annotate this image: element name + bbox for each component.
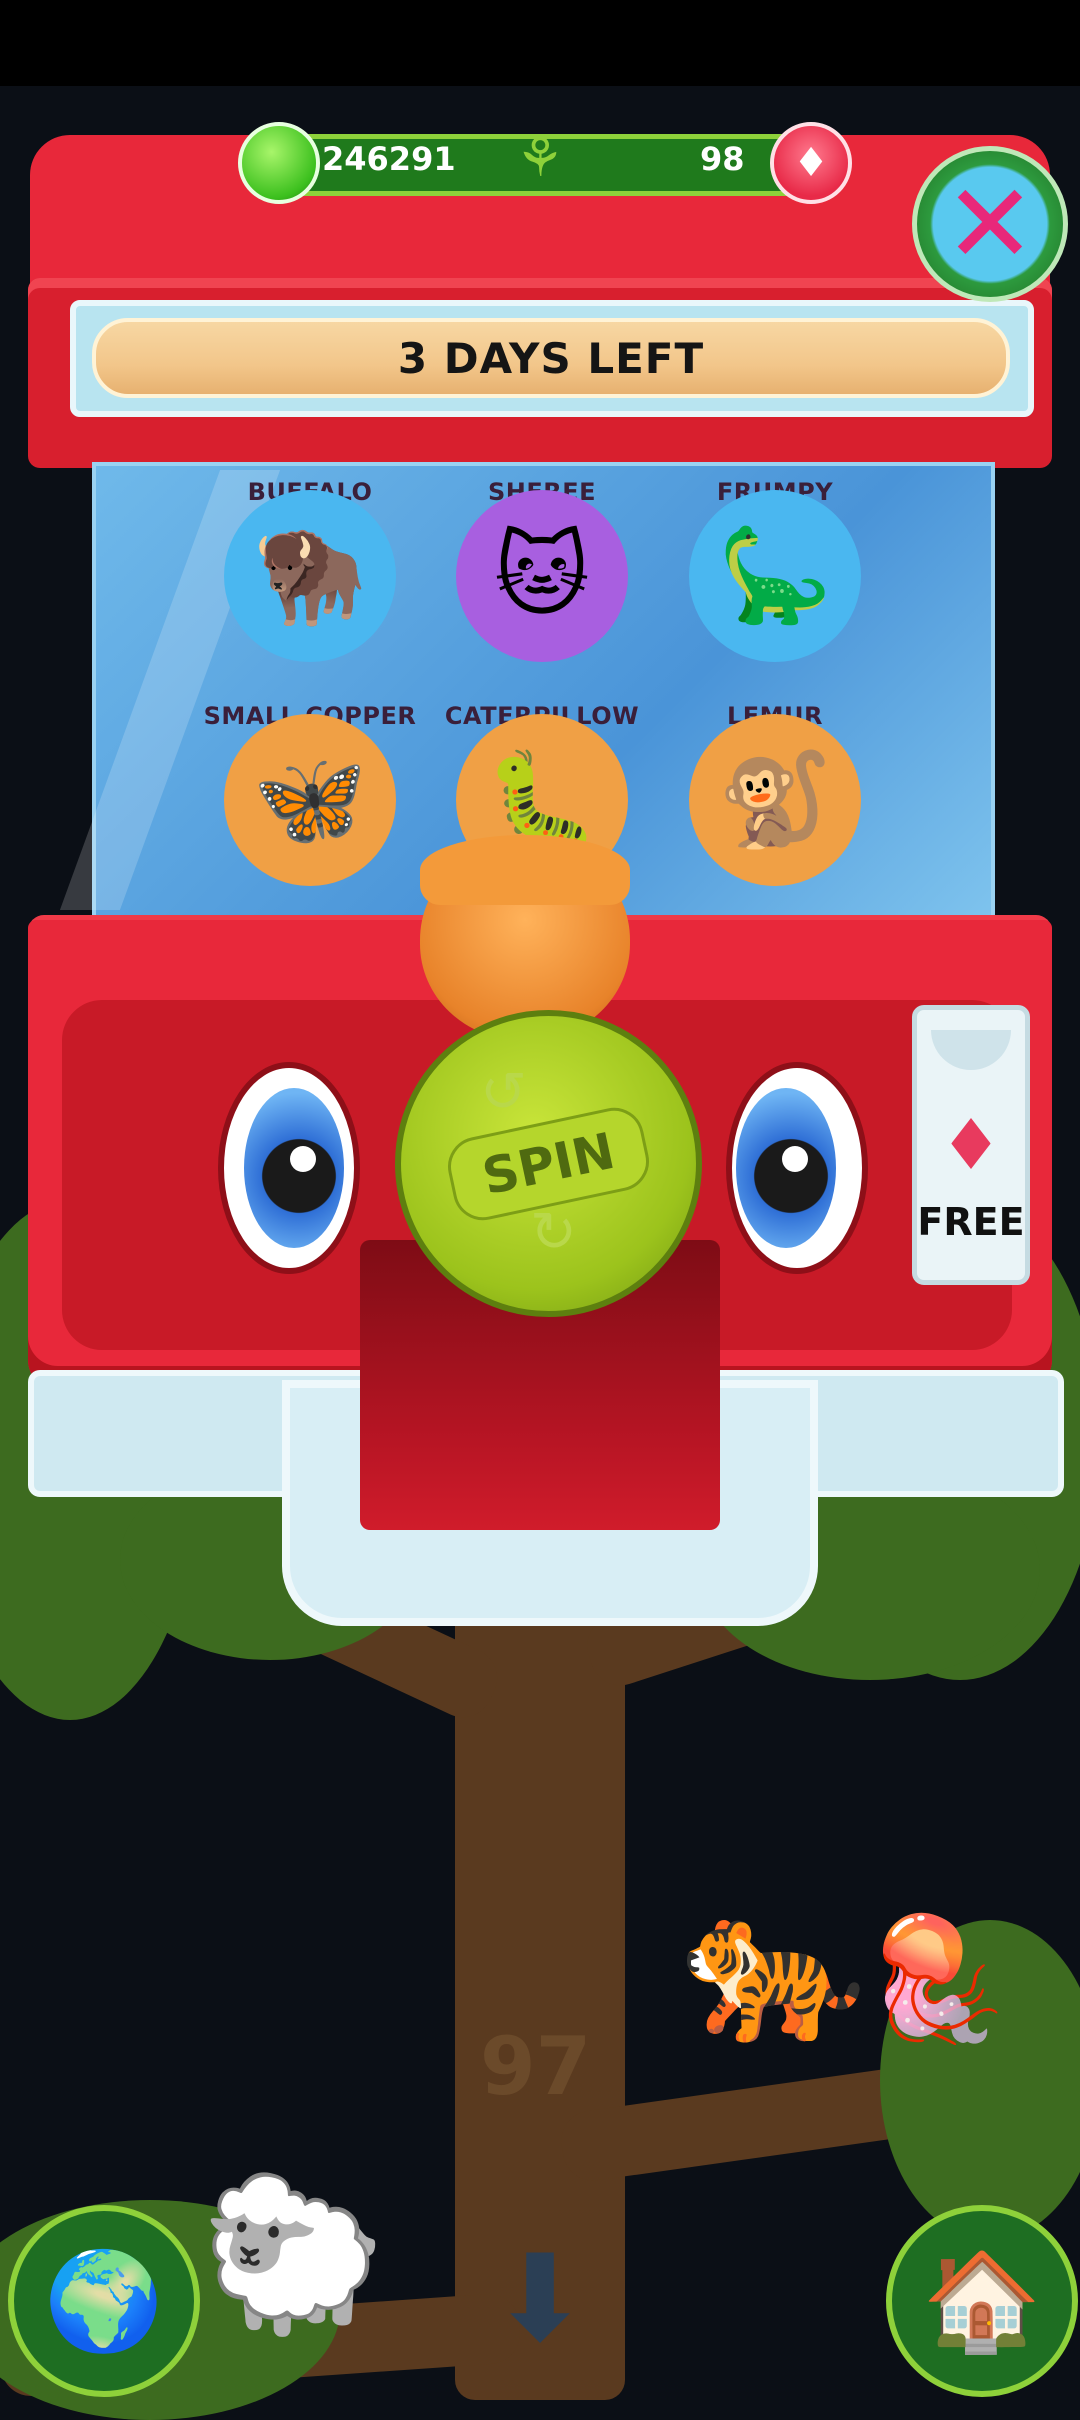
tiger-icon: 🐅 (680, 1878, 867, 2052)
crystal-count: 98 (700, 140, 745, 178)
left-eye (218, 1062, 360, 1274)
lemur-icon: 🐒 (717, 746, 833, 853)
buffalo-icon: 🦬 (252, 522, 368, 629)
free-spin-button[interactable]: ♦ FREE (912, 1005, 1030, 1285)
animal-buffalo[interactable]: 🦬 (224, 490, 396, 662)
sheree-icon: 🐱 (494, 522, 590, 629)
butterfly-icon: 🦋 (252, 746, 368, 853)
animal-frumpy[interactable]: 🦕 (689, 490, 861, 662)
green-gem-icon (238, 122, 320, 204)
animal-small-copper[interactable]: 🦋 (224, 714, 396, 886)
rotate-arrow-icon: ↺ (480, 1060, 527, 1125)
tree-level-number: 97 (480, 2020, 592, 2113)
coin-count: 246291 (322, 140, 456, 178)
spin-button[interactable]: SPIN (395, 1010, 702, 1317)
status-bar (0, 0, 1080, 86)
days-left-banner: 3 DAYS LEFT (92, 318, 1010, 398)
down-arrow-icon: ⬇ (489, 2230, 591, 2369)
crystal-icon: ♦ (939, 1104, 1003, 1186)
knob-cap (420, 835, 630, 905)
right-eye-glint (782, 1146, 808, 1172)
close-button[interactable]: ✕ (912, 146, 1068, 302)
coin-slot (931, 1030, 1011, 1070)
left-eye-glint (290, 1146, 316, 1172)
jellyfish-icon: 🪼 (860, 1910, 1010, 2049)
house-icon: 🏠 (922, 2244, 1042, 2357)
globe-icon: 🌍 (44, 2244, 164, 2357)
animal-lemur[interactable]: 🐒 (689, 714, 861, 886)
scroll-down-button[interactable]: ⬇ (480, 2230, 600, 2370)
right-eye (726, 1062, 868, 1274)
sheep-icon: 🐑 (200, 2168, 387, 2342)
close-icon: ✕ (943, 160, 1037, 288)
globe-button[interactable]: 🌍 (8, 2205, 200, 2397)
animal-sheree[interactable]: 🐱 (456, 490, 628, 662)
red-crystal-icon: ♦ (770, 122, 852, 204)
free-label: FREE (917, 1200, 1025, 1244)
frumpy-icon: 🦕 (717, 522, 833, 629)
home-button[interactable]: 🏠 (886, 2205, 1078, 2397)
rotate-arrow-icon: ↻ (530, 1200, 577, 1265)
vine-icon: ⚘ (515, 126, 565, 189)
